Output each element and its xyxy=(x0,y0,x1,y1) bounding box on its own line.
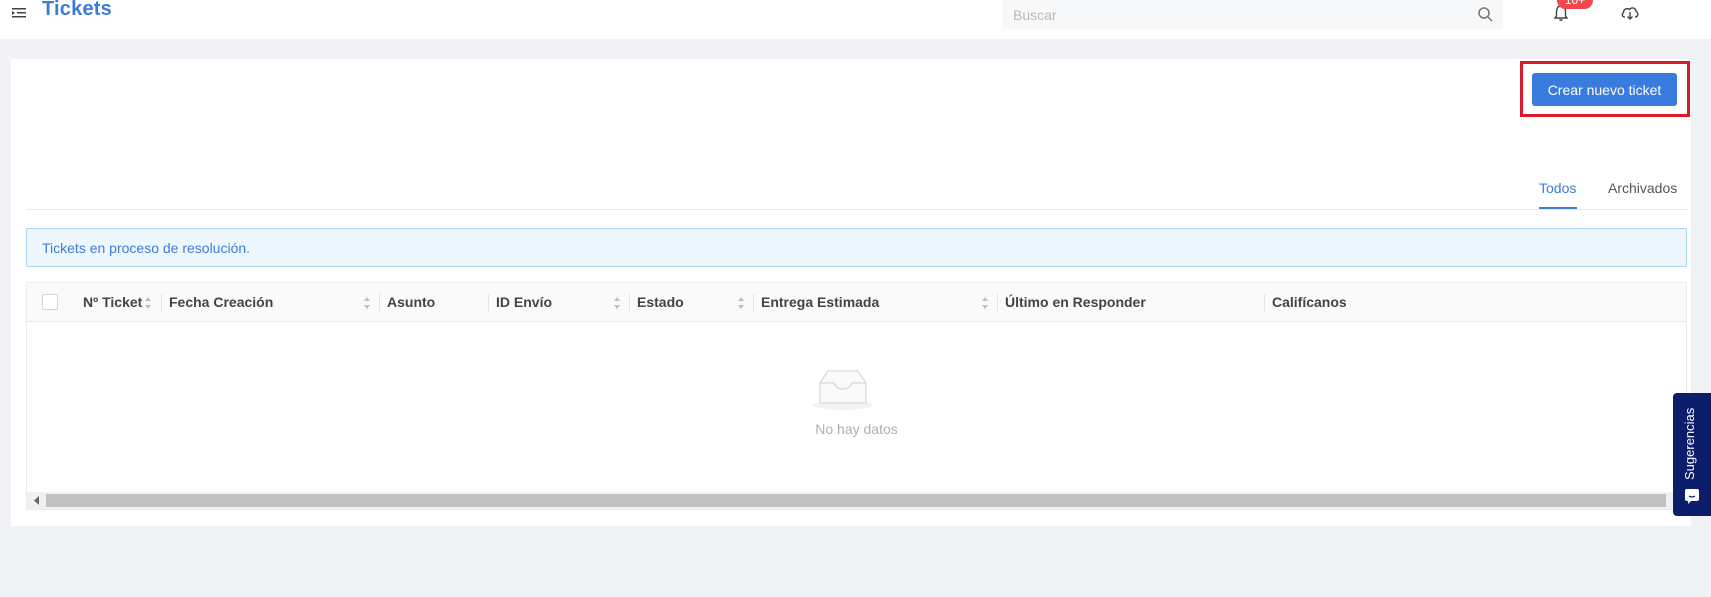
sort-icon[interactable] xyxy=(363,296,371,310)
info-alert: Tickets en proceso de resolución. xyxy=(26,228,1687,267)
cloud-download-icon[interactable] xyxy=(1620,4,1640,22)
tab-archivados[interactable]: Archivados xyxy=(1608,180,1677,208)
column-separator xyxy=(488,294,489,311)
suggestions-tab[interactable]: Sugerencias xyxy=(1673,393,1711,516)
sort-icon[interactable] xyxy=(737,296,745,310)
sort-icon[interactable] xyxy=(613,296,621,310)
column-rate-us: Califícanos xyxy=(1272,294,1347,310)
sort-icon[interactable] xyxy=(981,296,989,310)
column-created-date[interactable]: Fecha Creación xyxy=(169,283,273,322)
column-shipment-id[interactable]: ID Envío xyxy=(496,283,552,322)
horizontal-scrollbar[interactable] xyxy=(27,492,1686,509)
notification-badge: 10+ xyxy=(1557,0,1593,9)
column-separator xyxy=(629,294,630,311)
column-last-responder: Último en Responder xyxy=(1005,294,1146,310)
page-title: Tickets xyxy=(42,0,112,20)
tab-todos[interactable]: Todos xyxy=(1539,180,1576,208)
create-ticket-button[interactable]: Crear nuevo ticket xyxy=(1532,73,1677,106)
search-input[interactable] xyxy=(1002,0,1462,29)
column-estimated-delivery[interactable]: Entrega Estimada xyxy=(761,283,879,322)
column-separator xyxy=(161,294,162,311)
column-separator xyxy=(1264,294,1265,311)
tabs-divider xyxy=(26,209,1687,210)
empty-inbox-icon xyxy=(813,370,873,410)
sort-icon[interactable] xyxy=(144,296,152,310)
column-separator xyxy=(997,294,998,311)
column-separator xyxy=(753,294,754,311)
top-header: Tickets 10+ xyxy=(0,0,1711,39)
column-subject: Asunto xyxy=(387,294,436,310)
search-icon[interactable] xyxy=(1477,6,1493,22)
column-ticket-number[interactable]: Nº Ticket xyxy=(83,283,142,322)
tickets-table: Nº Ticket Fecha Creación Asunto ID Envío… xyxy=(26,282,1687,510)
table-header: Nº Ticket Fecha Creación Asunto ID Envío… xyxy=(27,283,1686,322)
search-box xyxy=(1002,0,1503,29)
menu-fold-icon[interactable] xyxy=(11,5,27,21)
select-all-checkbox[interactable] xyxy=(42,294,58,310)
info-alert-text: Tickets en proceso de resolución. xyxy=(42,240,251,256)
suggestions-tab-label: Sugerencias xyxy=(1682,407,1697,480)
column-status[interactable]: Estado xyxy=(637,283,684,322)
column-separator xyxy=(379,294,380,311)
chat-icon xyxy=(1685,489,1699,504)
empty-state-text: No hay datos xyxy=(815,421,898,437)
tickets-card: Crear nuevo ticket Todos Archivados Tick… xyxy=(11,59,1691,526)
scroll-left-arrow-icon[interactable] xyxy=(33,496,41,505)
scrollbar-thumb[interactable] xyxy=(46,494,1666,507)
